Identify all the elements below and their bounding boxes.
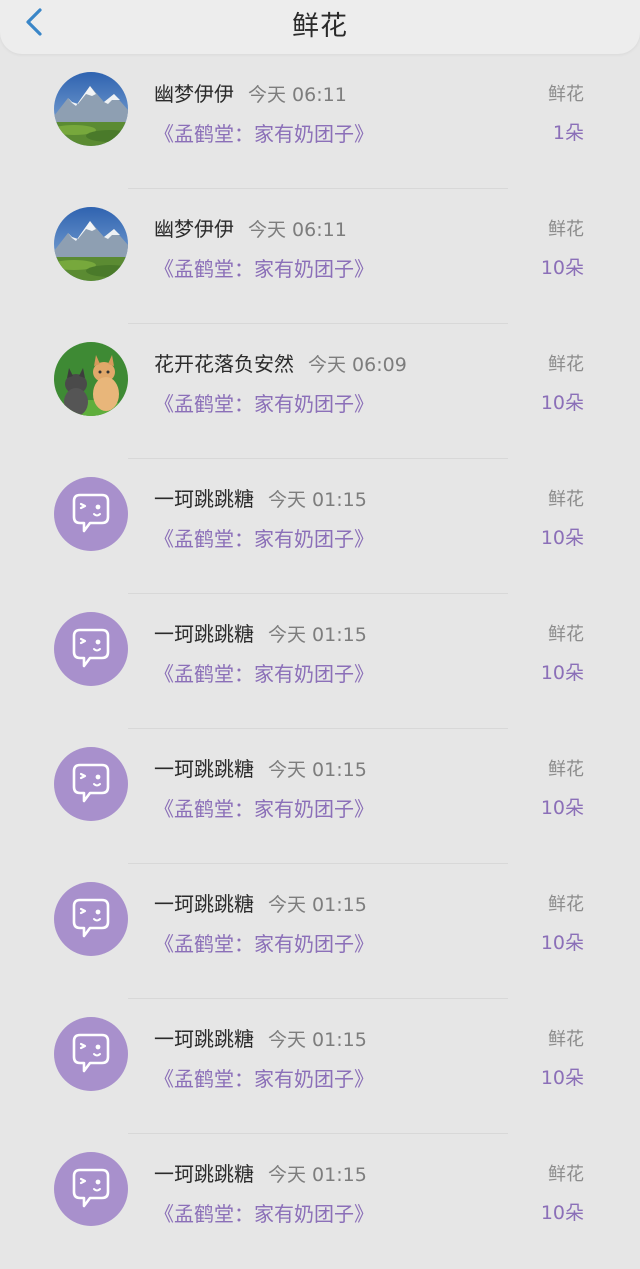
timestamp: 今天 06:11 [248, 219, 347, 241]
gift-type: 鲜花 [548, 354, 584, 375]
gift-type: 鲜花 [548, 759, 584, 780]
default-avatar-icon [54, 1152, 128, 1226]
avatar[interactable] [54, 747, 128, 821]
book-title-link[interactable]: 《孟鹤堂：家有奶团子》 [154, 388, 374, 417]
list-item[interactable]: 一珂跳跳糖 今天 01:15 《孟鹤堂：家有奶团子》 鲜花 10朵 [0, 459, 640, 594]
timestamp: 今天 01:15 [268, 759, 367, 781]
user-name: 一珂跳跳糖 [154, 487, 254, 511]
gift-count: 10朵 [540, 932, 584, 954]
gift-type: 鲜花 [548, 219, 584, 240]
avatar[interactable] [54, 342, 128, 416]
book-title-link[interactable]: 《孟鹤堂：家有奶团子》 [154, 658, 374, 687]
user-name: 一珂跳跳糖 [154, 757, 254, 781]
avatar[interactable] [54, 207, 128, 281]
mountain-photo-icon [54, 72, 128, 146]
avatar[interactable] [54, 1017, 128, 1091]
list-item[interactable]: 一珂跳跳糖 今天 01:15 《孟鹤堂：家有奶团子》 鲜花 10朵 [0, 864, 640, 999]
gift-count: 10朵 [540, 662, 584, 684]
avatar[interactable] [54, 1152, 128, 1226]
default-avatar-icon [54, 747, 128, 821]
cats-photo-icon [54, 342, 128, 416]
timestamp: 今天 01:15 [268, 624, 367, 646]
timestamp: 今天 01:15 [268, 1164, 367, 1186]
book-title-link[interactable]: 《孟鹤堂：家有奶团子》 [154, 118, 374, 147]
list-item[interactable]: 一珂跳跳糖 今天 01:15 《孟鹤堂：家有奶团子》 鲜花 10朵 [0, 729, 640, 864]
gift-type: 鲜花 [548, 624, 584, 645]
user-name: 幽梦伊伊 [154, 82, 234, 106]
list-item[interactable]: 幽梦伊伊 今天 06:11 《孟鹤堂：家有奶团子》 鲜花 10朵 [0, 189, 640, 324]
gift-count: 10朵 [540, 1202, 584, 1224]
gift-type: 鲜花 [548, 1164, 584, 1185]
book-title-link[interactable]: 《孟鹤堂：家有奶团子》 [154, 1063, 374, 1092]
default-avatar-icon [54, 477, 128, 551]
gift-count: 10朵 [540, 797, 584, 819]
list-item[interactable]: 一珂跳跳糖 今天 01:15 《孟鹤堂：家有奶团子》 鲜花 10朵 [0, 594, 640, 729]
gift-type: 鲜花 [548, 1029, 584, 1050]
avatar[interactable] [54, 612, 128, 686]
avatar[interactable] [54, 477, 128, 551]
gift-count: 10朵 [540, 527, 584, 549]
gift-count: 10朵 [540, 1067, 584, 1089]
book-title-link[interactable]: 《孟鹤堂：家有奶团子》 [154, 1198, 374, 1227]
default-avatar-icon [54, 1017, 128, 1091]
gift-count: 1朵 [552, 122, 584, 144]
gift-count: 10朵 [540, 392, 584, 414]
top-bar: 鲜花 [0, 0, 640, 54]
gift-type: 鲜花 [548, 489, 584, 510]
user-name: 一珂跳跳糖 [154, 622, 254, 646]
list-item[interactable]: 花开花落负安然 今天 06:09 《孟鹤堂：家有奶团子》 鲜花 10朵 [0, 324, 640, 459]
timestamp: 今天 06:11 [248, 84, 347, 106]
user-name: 花开花落负安然 [154, 352, 294, 376]
user-name: 一珂跳跳糖 [154, 892, 254, 916]
timestamp: 今天 01:15 [268, 1029, 367, 1051]
mountain-photo-icon [54, 207, 128, 281]
timestamp: 今天 01:15 [268, 489, 367, 511]
list-item[interactable]: 一珂跳跳糖 今天 01:15 《孟鹤堂：家有奶团子》 鲜花 10朵 [0, 999, 640, 1134]
avatar[interactable] [54, 72, 128, 146]
gift-count: 10朵 [540, 257, 584, 279]
default-avatar-icon [54, 882, 128, 956]
avatar[interactable] [54, 882, 128, 956]
timestamp: 今天 01:15 [268, 894, 367, 916]
list-item[interactable]: 一珂跳跳糖 今天 01:15 《孟鹤堂：家有奶团子》 鲜花 10朵 [0, 1134, 640, 1269]
user-name: 幽梦伊伊 [154, 217, 234, 241]
book-title-link[interactable]: 《孟鹤堂：家有奶团子》 [154, 793, 374, 822]
book-title-link[interactable]: 《孟鹤堂：家有奶团子》 [154, 523, 374, 552]
page-title: 鲜花 [292, 11, 348, 42]
gift-type: 鲜花 [548, 894, 584, 915]
user-name: 一珂跳跳糖 [154, 1027, 254, 1051]
default-avatar-icon [54, 612, 128, 686]
timestamp: 今天 06:09 [308, 354, 407, 376]
book-title-link[interactable]: 《孟鹤堂：家有奶团子》 [154, 928, 374, 957]
book-title-link[interactable]: 《孟鹤堂：家有奶团子》 [154, 253, 374, 282]
list-item[interactable]: 幽梦伊伊 今天 06:11 《孟鹤堂：家有奶团子》 鲜花 1朵 [0, 54, 640, 189]
gift-type: 鲜花 [548, 84, 584, 105]
user-name: 一珂跳跳糖 [154, 1162, 254, 1186]
